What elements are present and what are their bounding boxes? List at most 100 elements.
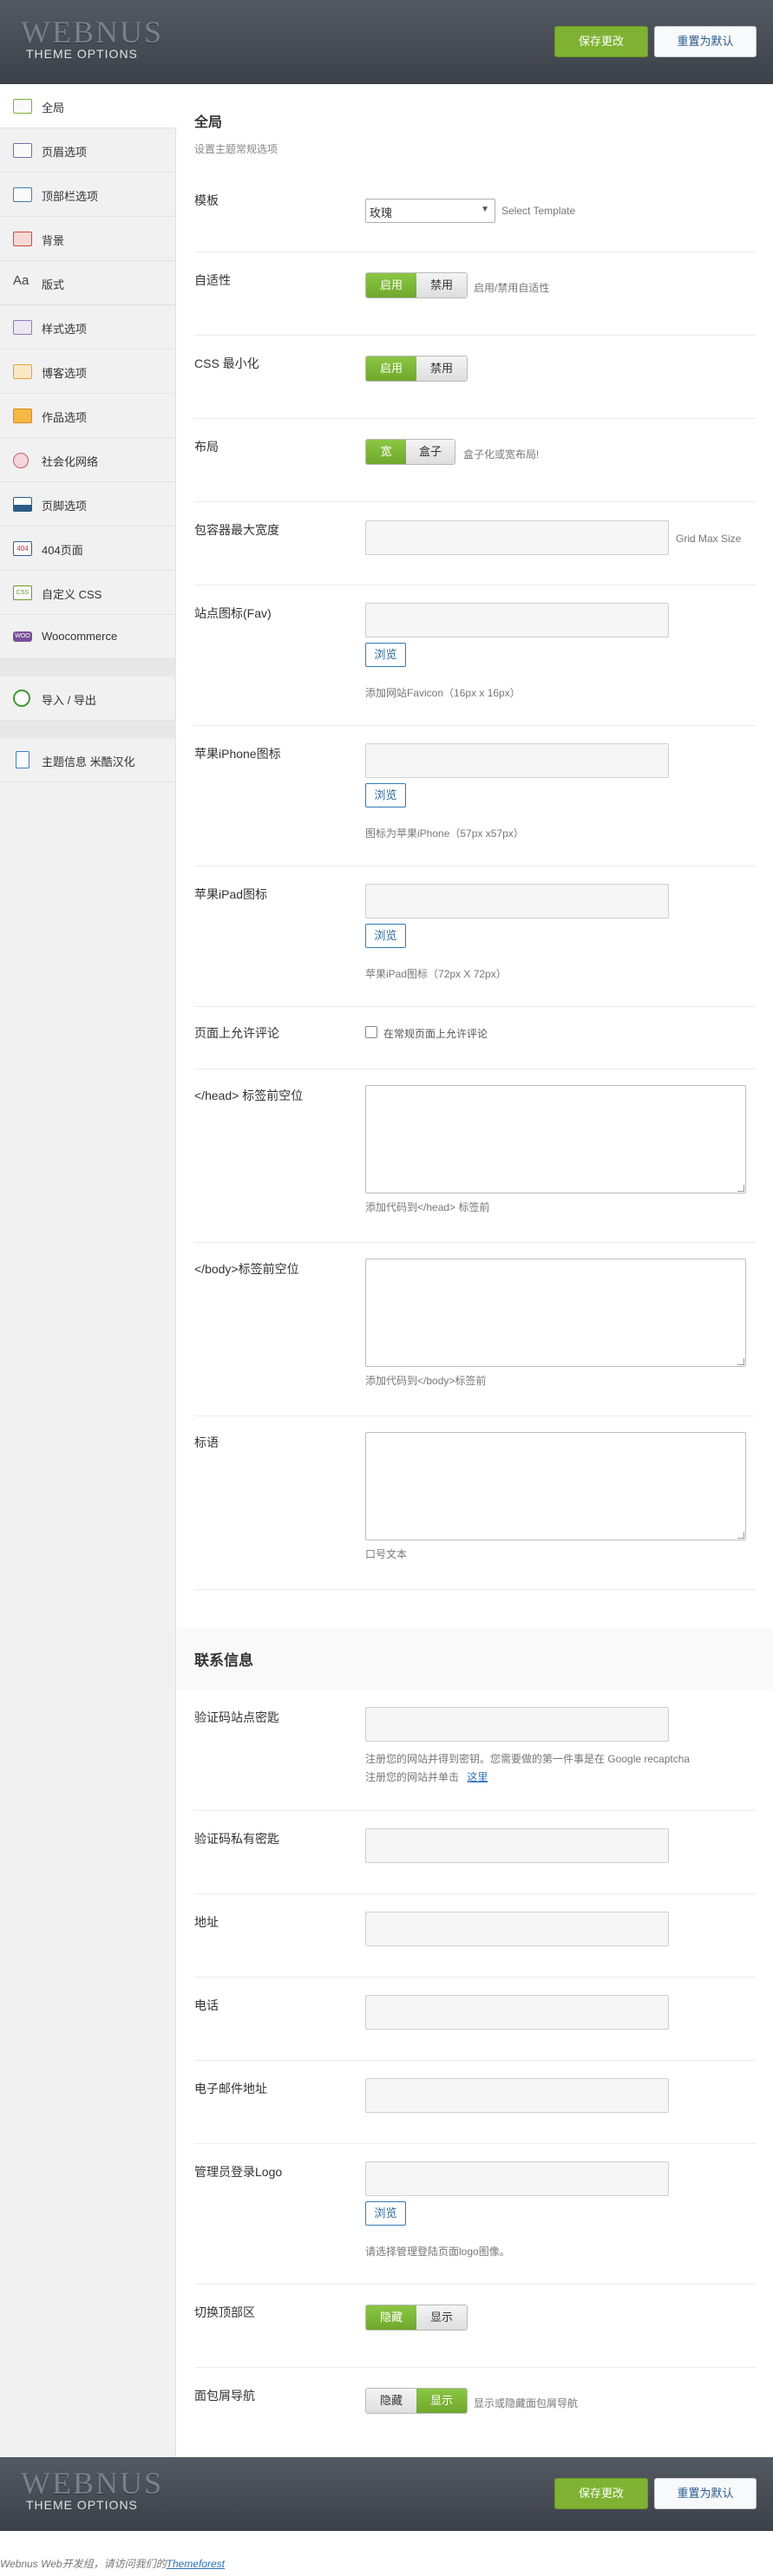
option-hint: 注册您的网站并得到密钥。您需要做的第一件事是在 Google recaptcha — [365, 1753, 691, 1765]
toggle-hide-option[interactable]: 隐藏 — [366, 2305, 416, 2330]
captcha-site-key-input[interactable] — [365, 1707, 669, 1742]
option-container-width: 包容器最大宽度 Grid Max Size — [194, 502, 756, 585]
admin-logo-browse-button[interactable]: 浏览 — [365, 2201, 406, 2226]
option-captcha-private-key: 验证码私有密匙 — [194, 1811, 756, 1894]
body-code-textarea[interactable] — [365, 1259, 746, 1367]
iphone-browse-button[interactable]: 浏览 — [365, 783, 406, 807]
sidebar-item-portfolio[interactable]: 作品选项 — [0, 394, 176, 438]
template-select[interactable]: 玫瑰 ▼ — [365, 199, 495, 223]
option-label: 验证码私有密匙 — [194, 1832, 279, 1846]
option-label: 管理员登录Logo — [194, 2165, 283, 2179]
option-label: CSS 最小化 — [194, 356, 259, 370]
sidebar-item-typography[interactable]: Aa 版式 — [0, 261, 176, 305]
responsive-toggle[interactable]: 启用 禁用 — [365, 272, 468, 298]
sidebar-item-header[interactable]: 页眉选项 — [0, 128, 176, 173]
theme-info-icon — [16, 751, 29, 768]
option-label: 电子邮件地址 — [194, 2082, 267, 2095]
toggle-show-option[interactable]: 显示 — [416, 2305, 467, 2330]
sidebar-item-custom-css[interactable]: CSS 自定义 CSS — [0, 571, 176, 615]
toggle-off-option[interactable]: 禁用 — [416, 273, 467, 297]
option-address: 地址 — [194, 1894, 756, 1978]
option-breadcrumb: 面包屑导航 隐藏 显示 显示或隐藏面包屑导航 — [194, 2368, 756, 2451]
toggle-show-option[interactable]: 显示 — [416, 2389, 467, 2413]
sidebar: 全局 页眉选项 顶部栏选项 背景 Aa 版式 样式选项 博客选项 作品选项 社会… — [0, 84, 177, 2457]
iphone-icon-input[interactable] — [365, 743, 669, 778]
sidebar-item-label: 样式选项 — [42, 323, 88, 336]
address-input[interactable] — [365, 1912, 669, 1946]
woo-icon: WOO — [13, 631, 32, 642]
typography-icon: Aa — [13, 273, 29, 288]
breadcrumb-toggle[interactable]: 隐藏 显示 — [365, 2388, 468, 2414]
option-hint: 盒子化或宽布局! — [463, 448, 540, 461]
option-slogan: 标语 口号文本 — [194, 1416, 756, 1590]
option-head-code: </head> 标签前空位 添加代码到</head> 标签前 — [194, 1069, 756, 1243]
sidebar-item-import-export[interactable]: 导入 / 导出 — [0, 677, 176, 721]
toggle-hide-option[interactable]: 隐藏 — [366, 2389, 416, 2413]
toggle-off-option[interactable]: 盒子 — [406, 440, 455, 464]
sidebar-item-404[interactable]: 404 404页面 — [0, 526, 176, 571]
sidebar-item-background[interactable]: 背景 — [0, 217, 176, 261]
option-label: 站点图标(Fav) — [194, 606, 272, 620]
sidebar-item-label: 自定义 CSS — [42, 588, 102, 601]
sidebar-item-style[interactable]: 样式选项 — [0, 305, 176, 350]
template-select-value: 玫瑰 — [370, 206, 393, 219]
sidebar-item-general[interactable]: 全局 — [0, 84, 177, 128]
option-label: 模板 — [194, 193, 219, 207]
themeforest-link[interactable]: Themeforest — [167, 2558, 225, 2570]
captcha-private-key-input[interactable] — [365, 1828, 669, 1863]
option-hint-line2: 注册您的网站并单击 这里 — [365, 1769, 488, 1784]
toggle-top-area-toggle[interactable]: 隐藏 显示 — [365, 2305, 468, 2331]
ipad-icon-input[interactable] — [365, 884, 669, 919]
favicon-browse-button[interactable]: 浏览 — [365, 643, 406, 667]
sidebar-spacer — [0, 659, 176, 677]
container-width-input[interactable] — [365, 520, 669, 555]
toggle-on-option[interactable]: 宽 — [366, 440, 406, 464]
option-label: 面包屑导航 — [194, 2389, 255, 2403]
phone-input[interactable] — [365, 1995, 669, 2030]
toggle-on-option[interactable]: 启用 — [366, 356, 416, 381]
reset-defaults-button[interactable]: 重置为默认 — [654, 2478, 757, 2509]
checkbox-label: 在常规页面上允许评论 — [383, 1028, 488, 1040]
sidebar-item-label: 404页面 — [42, 544, 83, 557]
option-hint: 显示或隐藏面包屑导航 — [474, 2397, 579, 2409]
sidebar-item-label: 顶部栏选项 — [42, 190, 99, 203]
sidebar-item-woocommerce[interactable]: WOO Woocommerce — [0, 615, 176, 659]
css-minify-toggle[interactable]: 启用 禁用 — [365, 356, 468, 382]
resize-handle[interactable] — [737, 1185, 744, 1192]
sidebar-item-label: 全局 — [42, 101, 65, 114]
sidebar-item-theme-info[interactable]: 主题信息 米酷汉化 — [0, 738, 176, 782]
option-label: 切换顶部区 — [194, 2305, 255, 2319]
resize-handle[interactable] — [737, 1532, 744, 1539]
sidebar-item-label: 页脚选项 — [42, 500, 88, 513]
option-body-code: </body>标签前空位 添加代码到</body>标签前 — [194, 1243, 756, 1416]
favicon-url-input[interactable] — [365, 603, 669, 637]
option-layout: 布局 宽 盒子 盒子化或宽布局! — [194, 419, 756, 502]
option-admin-logo: 管理员登录Logo 浏览 请选择管理登陆页面logo图像。 — [194, 2144, 756, 2285]
ipad-browse-button[interactable]: 浏览 — [365, 924, 406, 948]
resize-handle[interactable] — [737, 1358, 744, 1365]
toggle-off-option[interactable]: 禁用 — [416, 356, 467, 381]
page-comments-checkbox[interactable] — [365, 1026, 377, 1038]
sidebar-item-topbar[interactable]: 顶部栏选项 — [0, 173, 176, 217]
sidebar-item-social[interactable]: 社会化网络 — [0, 438, 176, 482]
footer-icon — [13, 497, 32, 512]
save-changes-button[interactable]: 保存更改 — [554, 2478, 648, 2509]
slogan-textarea[interactable] — [365, 1432, 746, 1540]
option-label: </head> 标签前空位 — [194, 1089, 304, 1102]
admin-logo-input[interactable] — [365, 2161, 669, 2196]
sidebar-item-footer[interactable]: 页脚选项 — [0, 482, 176, 526]
option-email: 电子邮件地址 — [194, 2061, 756, 2144]
reset-defaults-button[interactable]: 重置为默认 — [654, 26, 757, 57]
theme-options-subtitle: THEME OPTIONS — [26, 47, 138, 61]
save-changes-button[interactable]: 保存更改 — [554, 26, 648, 57]
sidebar-item-label: 背景 — [42, 234, 65, 247]
option-label: 标语 — [194, 1435, 219, 1449]
recaptcha-here-link[interactable]: 这里 — [467, 1771, 488, 1783]
toggle-on-option[interactable]: 启用 — [366, 273, 416, 297]
email-input[interactable] — [365, 2078, 669, 2113]
head-code-textarea[interactable] — [365, 1085, 746, 1193]
layout-toggle[interactable]: 宽 盒子 — [365, 439, 455, 465]
option-label: 苹果iPad图标 — [194, 887, 268, 901]
sidebar-item-blog[interactable]: 博客选项 — [0, 350, 176, 394]
sidebar-item-label: 作品选项 — [42, 411, 88, 424]
